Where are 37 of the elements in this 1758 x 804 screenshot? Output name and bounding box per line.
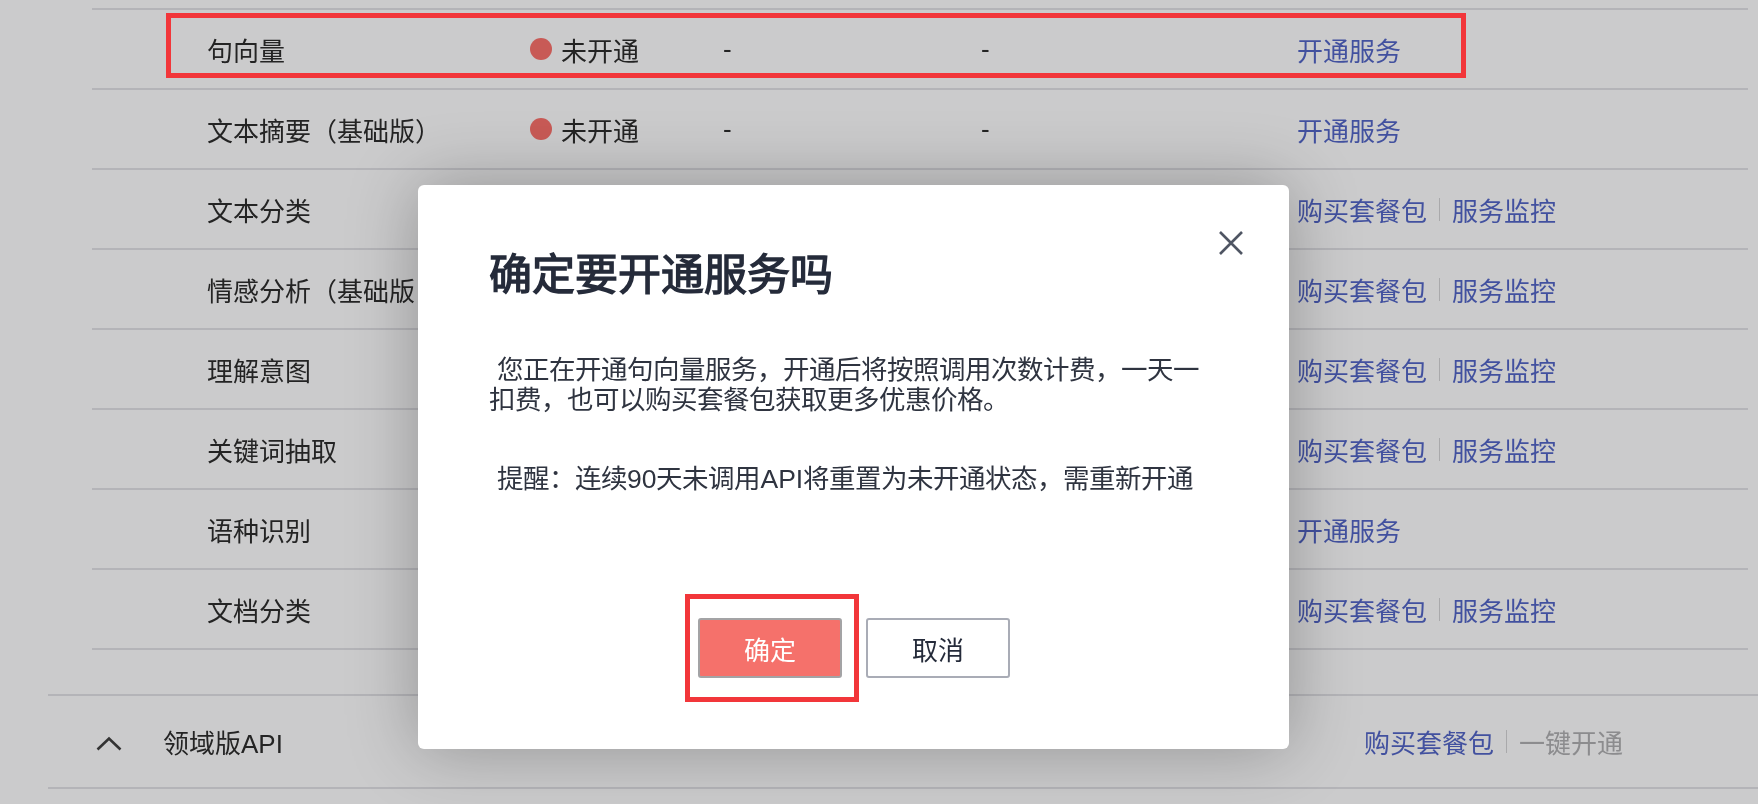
service-name: 语种识别	[207, 515, 311, 548]
table-cell: -	[981, 113, 990, 145]
action-link[interactable]: 服务监控	[1452, 190, 1556, 228]
action-link[interactable]: 服务监控	[1452, 350, 1556, 388]
action-link[interactable]: 购买套餐包	[1297, 270, 1427, 308]
action-link[interactable]: 开通服务	[1297, 110, 1401, 148]
dialog-text: 提醒：连续90天未调用API将重置为未开通状态，需重新开通	[496, 464, 1195, 494]
dialog-text: 您正在开通句向量服务，开通后将按照调用次数计费，一天一扣费，也可以购买套餐包获取更多优惠价格。	[489, 355, 1200, 415]
status-text: 未开通	[561, 115, 639, 148]
service-name: 文档分类	[207, 595, 311, 628]
table-cell: -	[723, 33, 732, 65]
service-name: 关键词抽取	[207, 435, 337, 468]
action-link[interactable]: 购买套餐包	[1297, 190, 1427, 228]
service-name: 文本摘要（基础版）	[207, 115, 441, 148]
action-link[interactable]: 服务监控	[1452, 590, 1556, 628]
service-name: 情感分析（基础版	[207, 275, 415, 308]
confirm-button[interactable]: 确定	[697, 618, 842, 678]
action-link[interactable]: 购买套餐包	[1297, 430, 1427, 468]
dialog-title: 确定要开通服务吗	[489, 250, 833, 300]
table-cell: -	[981, 33, 990, 65]
status-text: 未开通	[561, 35, 639, 68]
cancel-button[interactable]: 取消	[865, 618, 1010, 678]
service-name: 文本分类	[207, 195, 311, 228]
action-link[interactable]: 开通服务	[1297, 30, 1401, 68]
action-link[interactable]: 购买套餐包	[1297, 350, 1427, 388]
service-name: 理解意图	[207, 355, 311, 388]
chevron-up-icon[interactable]	[96, 736, 122, 751]
action-link[interactable]: 开通服务	[1297, 510, 1401, 548]
action-link[interactable]: 购买套餐包	[1364, 723, 1494, 760]
section-title: 领域版API	[163, 728, 283, 760]
action-link[interactable]: 购买套餐包	[1297, 590, 1427, 628]
action-link[interactable]: 服务监控	[1452, 430, 1556, 468]
action-link[interactable]: 服务监控	[1452, 270, 1556, 308]
service-name: 句向量	[207, 35, 285, 68]
close-button[interactable]	[1218, 230, 1244, 256]
close-icon	[1218, 230, 1244, 256]
table-cell: -	[723, 113, 732, 145]
